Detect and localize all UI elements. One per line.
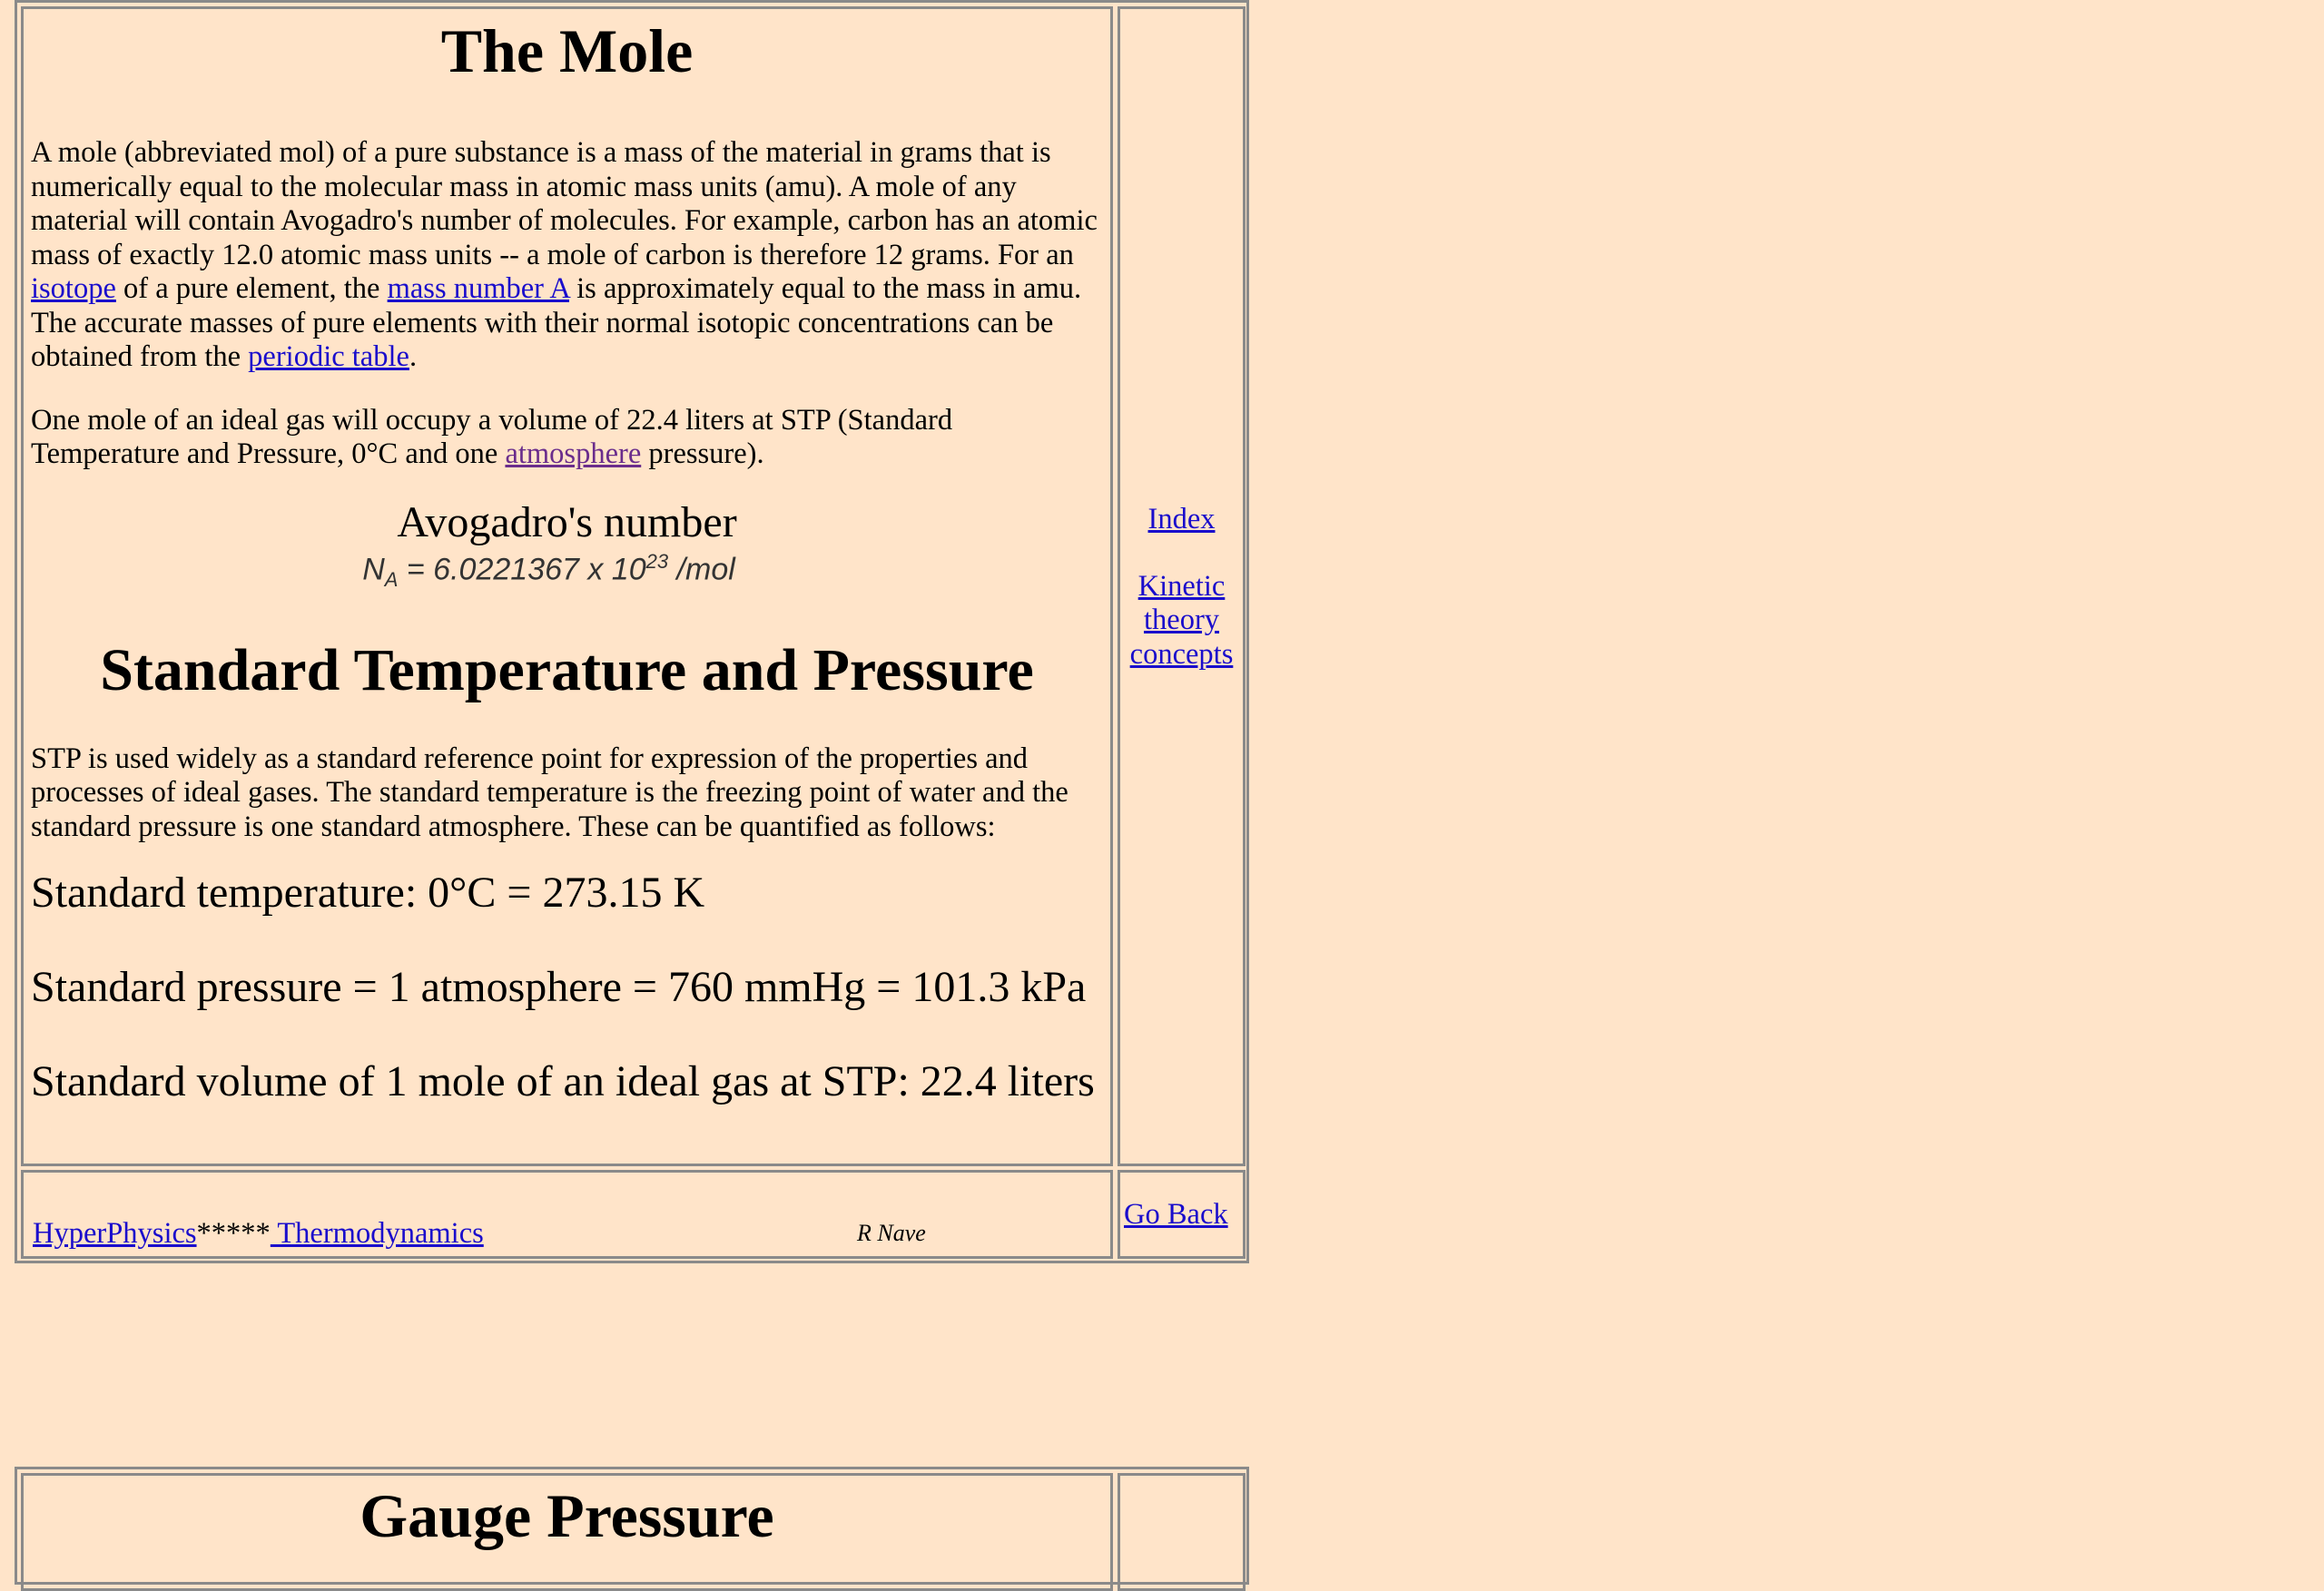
main-content-cell: The Mole A mole (abbreviated mol) of a p… [21, 6, 1113, 1166]
stp-title: Standard Temperature and Pressure [100, 636, 1034, 703]
side-links: Index Kinetic theory concepts [1120, 503, 1243, 672]
thermodynamics-link[interactable]: Thermodynamics [271, 1217, 483, 1250]
footer-side-cell: Go Back [1118, 1170, 1246, 1259]
page-title: The Mole [440, 16, 694, 85]
avogadro-formula: NA = 6.0221367 x 1023 /mol [31, 550, 1067, 595]
gauge-table: Gauge Pressure [15, 1467, 1249, 1591]
ideal-gas-paragraph: One mole of an ideal gas will occupy a v… [31, 404, 1103, 472]
formula-exponent: 23 [645, 549, 669, 573]
mole-text-2: of a pure element, the [115, 272, 388, 305]
gauge-main-cell: Gauge Pressure [21, 1473, 1113, 1591]
formula-subscript: A [384, 567, 399, 591]
avogadro-heading: Avogadro's number [397, 497, 737, 546]
gauge-side-cell [1118, 1473, 1246, 1591]
mole-text-4: . [409, 340, 418, 373]
footer-nav: HyperPhysics***** Thermodynamics [33, 1217, 484, 1252]
index-link[interactable]: Index [1148, 503, 1216, 535]
ideal-gas-text-2: pressure). [641, 437, 764, 470]
mole-table: The Mole A mole (abbreviated mol) of a p… [15, 0, 1249, 1263]
kinetic-theory-link[interactable]: Kinetic theory concepts [1130, 570, 1234, 671]
periodic-table-link[interactable]: periodic table [248, 340, 409, 373]
mole-paragraph: A mole (abbreviated mol) of a pure subst… [31, 136, 1103, 375]
standard-pressure-line: Standard pressure = 1 atmosphere = 760 m… [31, 963, 1087, 1011]
formula-unit: /mol [668, 551, 735, 586]
ideal-gas-text-1: One mole of an ideal gas will occupy a v… [31, 403, 953, 471]
standard-volume-line: Standard volume of 1 mole of an ideal ga… [31, 1057, 1095, 1105]
mass-number-link[interactable]: mass number A [388, 272, 569, 305]
kinetic-line-2: theory [1143, 604, 1220, 636]
atmosphere-link[interactable]: atmosphere [505, 437, 641, 470]
go-back-link[interactable]: Go Back [1124, 1198, 1228, 1232]
kinetic-line-3: concepts [1129, 637, 1234, 671]
gauge-title: Gauge Pressure [359, 1481, 774, 1550]
isotope-link[interactable]: isotope [31, 272, 116, 305]
side-nav-cell: Index Kinetic theory concepts [1118, 6, 1246, 1166]
mole-text-1: A mole (abbreviated mol) of a pure subst… [31, 136, 1098, 271]
formula-value: = 6.0221367 x 10 [398, 551, 646, 586]
kinetic-line-1: Kinetic [1137, 569, 1226, 603]
footer-main-cell: HyperPhysics***** Thermodynamics R Nave [21, 1170, 1113, 1259]
formula-symbol: N [362, 551, 385, 586]
author-credit: R Nave [857, 1220, 926, 1246]
stp-paragraph: STP is used widely as a standard referen… [31, 741, 1068, 843]
footer-stars: ***** [196, 1217, 271, 1250]
standard-temperature-line: Standard temperature: 0°C = 273.15 K [31, 869, 705, 917]
hyperphysics-link[interactable]: HyperPhysics [33, 1217, 197, 1250]
